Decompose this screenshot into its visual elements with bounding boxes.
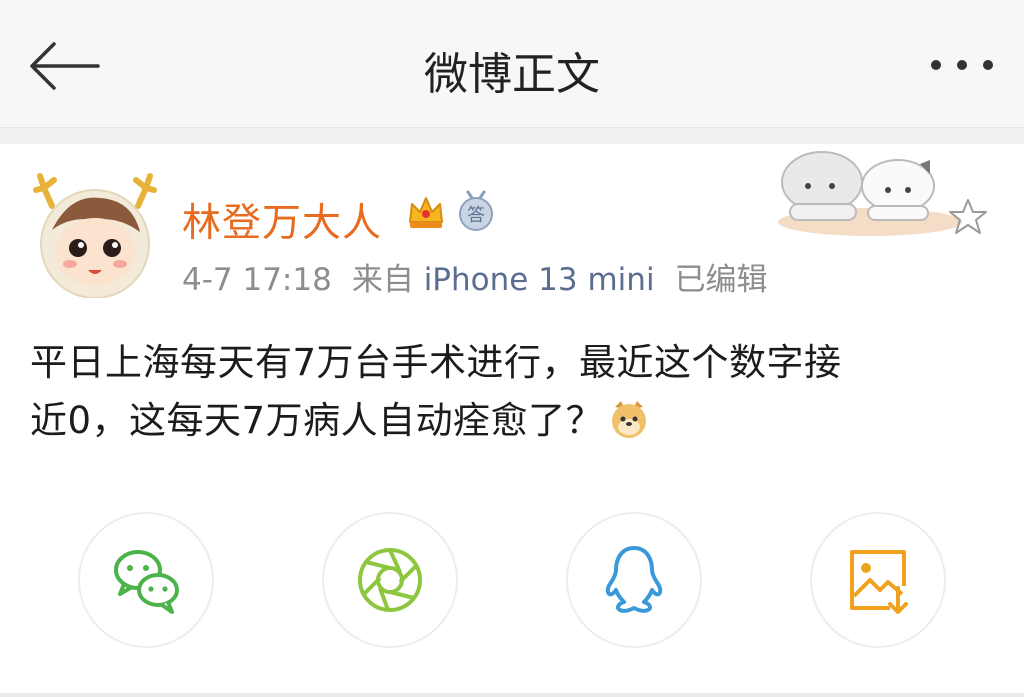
share-options bbox=[0, 512, 1024, 652]
post-content: 平日上海每天有7万台手术进行，最近这个数字接 近0，这每天7万病人自动痊愈了？ bbox=[30, 334, 990, 450]
weibo-post-card: 林登万大人 答 4-7 17:18 来自 iPhone 13 mini 已编辑 bbox=[0, 144, 1024, 697]
share-wechat-button[interactable] bbox=[78, 512, 214, 648]
post-date: 4-7 17:18 bbox=[182, 262, 332, 298]
post-source[interactable]: iPhone 13 mini bbox=[424, 262, 655, 298]
post-meta: 4-7 17:18 来自 iPhone 13 mini 已编辑 bbox=[182, 254, 768, 299]
share-moments-button[interactable] bbox=[322, 512, 458, 648]
save-image-icon bbox=[850, 550, 908, 614]
content-line-1: 平日上海每天有7万台手术进行，最近这个数字接 bbox=[30, 341, 842, 384]
share-qq-button[interactable] bbox=[566, 512, 702, 648]
svg-text:答: 答 bbox=[467, 205, 485, 226]
decoration-cats-sticker bbox=[770, 144, 992, 244]
answer-badge-icon[interactable]: 答 bbox=[456, 190, 496, 232]
wechat-icon bbox=[114, 550, 179, 614]
doge-emoji-icon bbox=[609, 398, 649, 438]
author-name[interactable]: 林登万大人 bbox=[182, 192, 382, 248]
content-line-2-text: 近0，这每天7万病人自动痊愈了？ bbox=[30, 399, 604, 442]
star-icon bbox=[949, 199, 987, 234]
qq-penguin-icon bbox=[605, 546, 663, 613]
top-navigation-bar: 微博正文 bbox=[0, 0, 1024, 128]
moments-aperture-icon bbox=[358, 548, 422, 612]
more-dots-icon bbox=[931, 60, 993, 70]
avatar[interactable] bbox=[30, 166, 160, 299]
share-save-image-button[interactable] bbox=[810, 512, 946, 648]
crown-icon[interactable] bbox=[406, 192, 446, 232]
more-button[interactable] bbox=[928, 55, 996, 75]
from-label: 来自 bbox=[351, 262, 414, 298]
page-title: 微博正文 bbox=[424, 49, 600, 100]
content-line-2: 近0，这每天7万病人自动痊愈了？ bbox=[30, 392, 990, 450]
edited-label: 已编辑 bbox=[674, 262, 768, 298]
bottom-divider bbox=[0, 693, 1024, 697]
section-divider bbox=[0, 128, 1024, 144]
